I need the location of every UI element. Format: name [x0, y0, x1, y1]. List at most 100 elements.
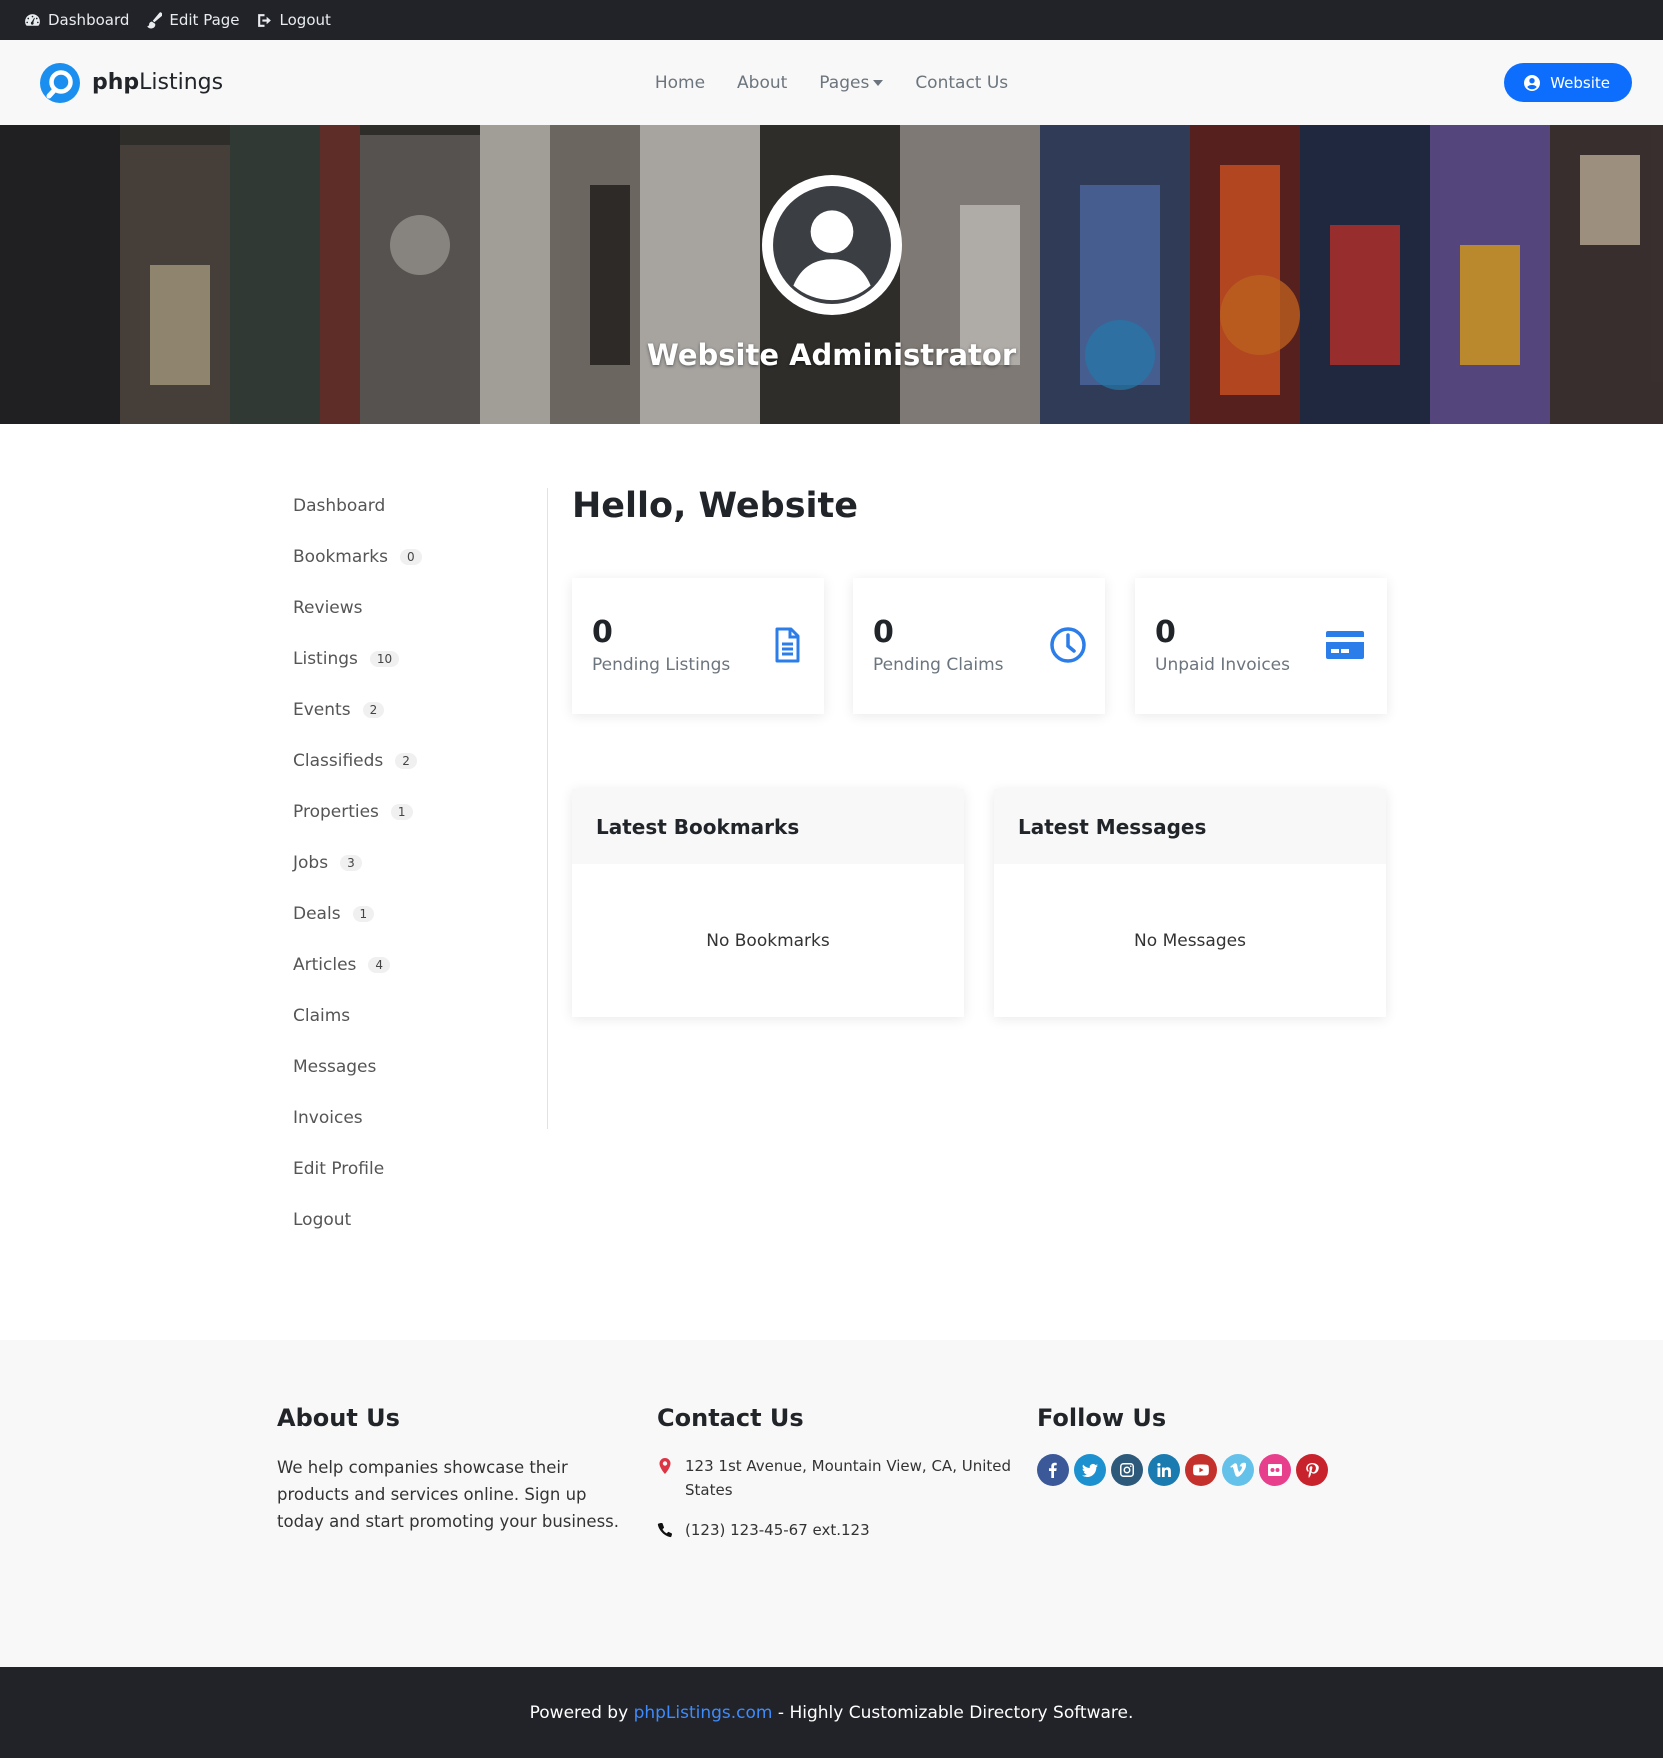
logo-icon: [40, 62, 80, 103]
vimeo-link[interactable]: [1222, 1454, 1254, 1486]
stat-label: Unpaid Invoices: [1155, 655, 1290, 675]
profile-name: Website Administrator: [646, 338, 1017, 372]
sidebar-item-jobs[interactable]: Jobs 3: [293, 844, 547, 895]
copyright-bar: Powered by phpListings.com - Highly Cust…: [0, 1667, 1663, 1758]
flickr-icon: [1268, 1464, 1282, 1476]
panel-title: Latest Bookmarks: [572, 789, 964, 864]
latest-bookmarks-panel: Latest Bookmarks No Bookmarks: [572, 789, 964, 1017]
count-badge: 10: [369, 650, 400, 667]
count-badge: 1: [390, 803, 413, 820]
count-badge: 2: [395, 752, 417, 769]
count-badge: 0: [399, 548, 422, 565]
user-circle-icon: [1524, 74, 1541, 91]
nav-about[interactable]: About: [737, 73, 787, 93]
admin-dashboard-link[interactable]: Dashboard: [24, 11, 129, 29]
stat-card-pending-claims[interactable]: 0 Pending Claims: [853, 578, 1105, 714]
vimeo-icon: [1230, 1462, 1246, 1477]
sidebar-item-bookmarks[interactable]: Bookmarks 0: [293, 538, 547, 589]
stat-card-unpaid-invoices[interactable]: 0 Unpaid Invoices: [1135, 578, 1387, 714]
admin-toolbar: Dashboard Edit Page Logout: [0, 0, 1663, 40]
brand-name: phpListings: [92, 70, 224, 95]
youtube-icon: [1193, 1464, 1209, 1476]
sidebar-item-deals[interactable]: Deals 1: [293, 895, 547, 946]
sidebar-item-claims[interactable]: Claims: [293, 997, 547, 1048]
stat-value: 0: [1155, 615, 1176, 650]
greeting-heading: Hello, Website: [572, 486, 858, 526]
sidebar-item-edit-profile[interactable]: Edit Profile: [293, 1150, 547, 1201]
panel-empty-text: No Messages: [1134, 930, 1246, 951]
sidebar-item-reviews[interactable]: Reviews: [293, 589, 547, 640]
account-sidebar: Dashboard Bookmarks 0 Reviews Listings 10 …: [293, 487, 547, 1252]
sidebar-item-properties[interactable]: Properties 1: [293, 793, 547, 844]
sidebar-item-articles[interactable]: Articles 4: [293, 946, 547, 997]
flickr-link[interactable]: [1259, 1454, 1291, 1486]
main-navbar: phpListings Home About Pages Contact Us …: [0, 40, 1663, 125]
pinterest-icon: [1306, 1463, 1319, 1478]
profile-hero-banner: Website Administrator: [0, 125, 1663, 424]
stat-label: Pending Listings: [592, 655, 731, 675]
footer-contact-title: Contact Us: [657, 1404, 804, 1432]
nav-home[interactable]: Home: [655, 73, 705, 93]
instagram-icon: [1120, 1463, 1134, 1477]
footer-follow: Follow Us: [1037, 1404, 1328, 1486]
sidebar-item-dashboard[interactable]: Dashboard: [293, 487, 547, 538]
clock-icon: [1050, 627, 1086, 663]
sidebar-divider: [547, 488, 548, 1129]
user-avatar-icon: [773, 186, 891, 304]
stat-card-pending-listings[interactable]: 0 Pending Listings: [572, 578, 824, 714]
stat-label: Pending Claims: [873, 655, 1004, 675]
phplistings-link[interactable]: phpListings.com: [634, 1703, 773, 1723]
count-badge: 1: [352, 905, 375, 922]
facebook-icon: [1049, 1462, 1057, 1478]
admin-dashboard-label: Dashboard: [48, 11, 130, 29]
latest-messages-panel: Latest Messages No Messages: [994, 789, 1386, 1017]
footer-address: 123 1st Avenue, Mountain View, CA, Unite…: [657, 1454, 1017, 1502]
sidebar-item-invoices[interactable]: Invoices: [293, 1099, 547, 1150]
count-badge: 2: [362, 701, 385, 718]
stat-value: 0: [873, 615, 894, 650]
website-account-button[interactable]: Website: [1504, 63, 1632, 102]
file-icon: [775, 627, 800, 663]
sidebar-item-messages[interactable]: Messages: [293, 1048, 547, 1099]
sidebar-item-events[interactable]: Events 2: [293, 691, 547, 742]
linkedin-icon: [1157, 1463, 1171, 1477]
gauge-icon: [25, 13, 40, 26]
powered-by-text: Powered by: [529, 1702, 634, 1723]
stat-value: 0: [592, 615, 613, 650]
admin-edit-page-link[interactable]: Edit Page: [145, 11, 240, 29]
sign-out-icon: [257, 13, 271, 27]
profile-avatar: [762, 175, 902, 315]
count-badge: 3: [340, 854, 362, 871]
admin-edit-page-label: Edit Page: [169, 11, 240, 29]
credit-card-icon: [1326, 631, 1364, 659]
admin-logout-link[interactable]: Logout: [256, 11, 331, 29]
footer-about: About Us We help companies showcase thei…: [277, 1404, 637, 1535]
social-links: [1037, 1454, 1328, 1486]
panel-empty-text: No Bookmarks: [706, 930, 830, 951]
nav-pages-dropdown[interactable]: Pages: [819, 73, 884, 93]
sidebar-item-logout[interactable]: Logout: [293, 1201, 547, 1252]
sidebar-item-classifieds[interactable]: Classifieds 2: [293, 742, 547, 793]
footer-contact: Contact Us 123 1st Avenue, Mountain View…: [657, 1404, 1017, 1558]
footer-phone: (123) 123-45-67 ext.123: [657, 1518, 1017, 1542]
pinterest-link[interactable]: [1296, 1454, 1328, 1486]
tagline-text: - Highly Customizable Directory Software…: [772, 1702, 1134, 1723]
footer-about-title: About Us: [277, 1404, 400, 1432]
map-marker-icon: [659, 1458, 671, 1474]
instagram-link[interactable]: [1111, 1454, 1143, 1486]
twitter-icon: [1082, 1463, 1098, 1477]
linkedin-link[interactable]: [1148, 1454, 1180, 1486]
panel-title: Latest Messages: [994, 789, 1386, 864]
facebook-link[interactable]: [1037, 1454, 1069, 1486]
phone-icon: [657, 1522, 673, 1538]
twitter-link[interactable]: [1074, 1454, 1106, 1486]
sidebar-item-listings[interactable]: Listings 10: [293, 640, 547, 691]
footer-follow-title: Follow Us: [1037, 1404, 1167, 1432]
caret-down-icon: [873, 79, 884, 86]
brush-icon: [147, 11, 163, 28]
site-footer: About Us We help companies showcase thei…: [0, 1340, 1663, 1667]
brand-logo-link[interactable]: phpListings: [40, 62, 224, 103]
youtube-link[interactable]: [1185, 1454, 1217, 1486]
count-badge: 4: [368, 956, 391, 973]
nav-contact-us[interactable]: Contact Us: [915, 73, 1008, 93]
